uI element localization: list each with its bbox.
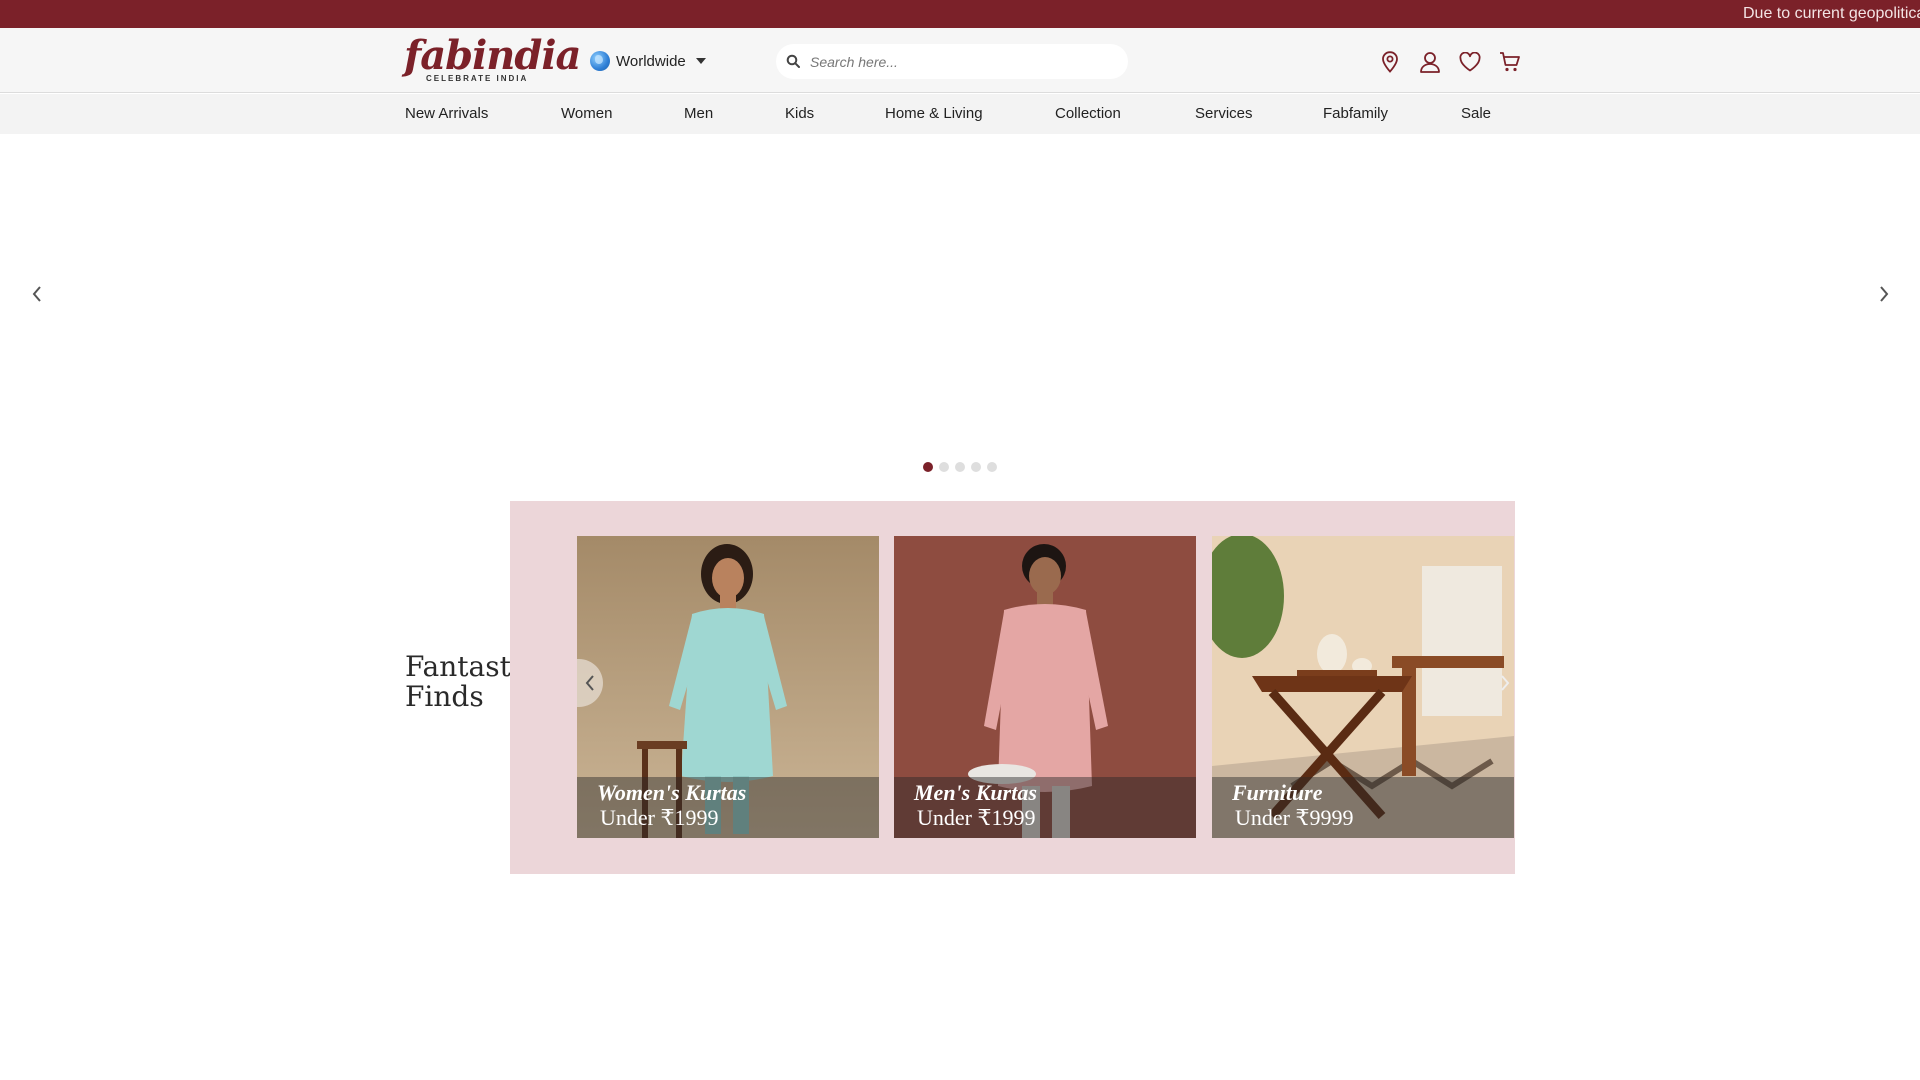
- logo-tagline: CELEBRATE INDIA: [426, 74, 529, 83]
- logo-wordmark: fabindia: [404, 32, 581, 79]
- nav-item-men[interactable]: Men: [684, 105, 713, 122]
- region-selector[interactable]: Worldwide: [590, 49, 706, 73]
- nav-item-collection[interactable]: Collection: [1055, 105, 1121, 122]
- chevron-right-icon: [1880, 286, 1889, 302]
- cart-icon[interactable]: [1498, 50, 1522, 74]
- region-label: Worldwide: [616, 52, 686, 70]
- card-title: Furniture: [1232, 780, 1323, 805]
- globe-icon: [590, 51, 610, 71]
- nav-item-kids[interactable]: Kids: [785, 105, 814, 122]
- chevron-right-icon: [1501, 675, 1510, 691]
- carousel-dot[interactable]: [987, 462, 997, 472]
- user-icon[interactable]: [1418, 50, 1442, 74]
- card-caption: Furniture Under ₹9999: [1212, 777, 1514, 838]
- chevron-left-icon: [32, 286, 41, 302]
- carousel-dots: [923, 462, 997, 472]
- search-icon: [786, 54, 802, 70]
- nav-item-new-arrivals[interactable]: New Arrivals: [405, 105, 488, 122]
- finds-card-womens-kurtas[interactable]: Women's Kurtas Under ₹1999: [577, 536, 879, 838]
- hero-next-button[interactable]: [1872, 282, 1896, 306]
- finds-card-mens-kurtas[interactable]: Men's Kurtas Under ₹1999: [894, 536, 1196, 838]
- card-price: Under ₹1999: [917, 805, 1036, 830]
- search-bar[interactable]: [776, 44, 1128, 79]
- nav-item-fabfamily[interactable]: Fabfamily: [1323, 105, 1388, 122]
- announcement-text: Due to current geopolitical: [1743, 5, 1920, 22]
- finds-next-button[interactable]: [1492, 659, 1515, 707]
- location-pin-icon[interactable]: [1378, 50, 1402, 74]
- nav-item-women[interactable]: Women: [561, 105, 612, 122]
- nav-item-home-living[interactable]: Home & Living: [885, 105, 983, 122]
- card-title: Women's Kurtas: [597, 780, 747, 805]
- card-title: Men's Kurtas: [914, 780, 1037, 805]
- fabindia-logo[interactable]: fabindia CELEBRATE INDIA: [404, 32, 581, 86]
- nav-item-sale[interactable]: Sale: [1461, 105, 1491, 122]
- caret-down-icon: [695, 58, 706, 64]
- heart-icon[interactable]: [1458, 50, 1482, 74]
- card-caption: Men's Kurtas Under ₹1999: [894, 777, 1196, 838]
- fantastic-finds-panel: Women's Kurtas Under ₹1999 Men's Kurtas …: [510, 501, 1515, 874]
- category-nav: New Arrivals Women Men Kids Home & Livin…: [0, 94, 1920, 134]
- header-actions: [1378, 50, 1522, 74]
- announcement-bar: Due to current geopolitical: [0, 0, 1920, 28]
- nav-item-services[interactable]: Services: [1195, 105, 1253, 122]
- hero-carousel: [0, 134, 1920, 484]
- finds-card-furniture[interactable]: Furniture Under ₹9999: [1212, 536, 1514, 838]
- hero-prev-button[interactable]: [25, 282, 49, 306]
- card-price: Under ₹9999: [1235, 805, 1354, 830]
- card-price: Under ₹1999: [600, 805, 719, 830]
- card-caption: Women's Kurtas Under ₹1999: [577, 777, 879, 838]
- search-input[interactable]: [810, 53, 1110, 70]
- carousel-dot[interactable]: [971, 462, 981, 472]
- carousel-dot[interactable]: [955, 462, 965, 472]
- site-header: fabindia CELEBRATE INDIA Worldwide: [0, 28, 1920, 93]
- carousel-dot[interactable]: [939, 462, 949, 472]
- chevron-left-icon: [585, 675, 594, 691]
- carousel-dot[interactable]: [923, 462, 933, 472]
